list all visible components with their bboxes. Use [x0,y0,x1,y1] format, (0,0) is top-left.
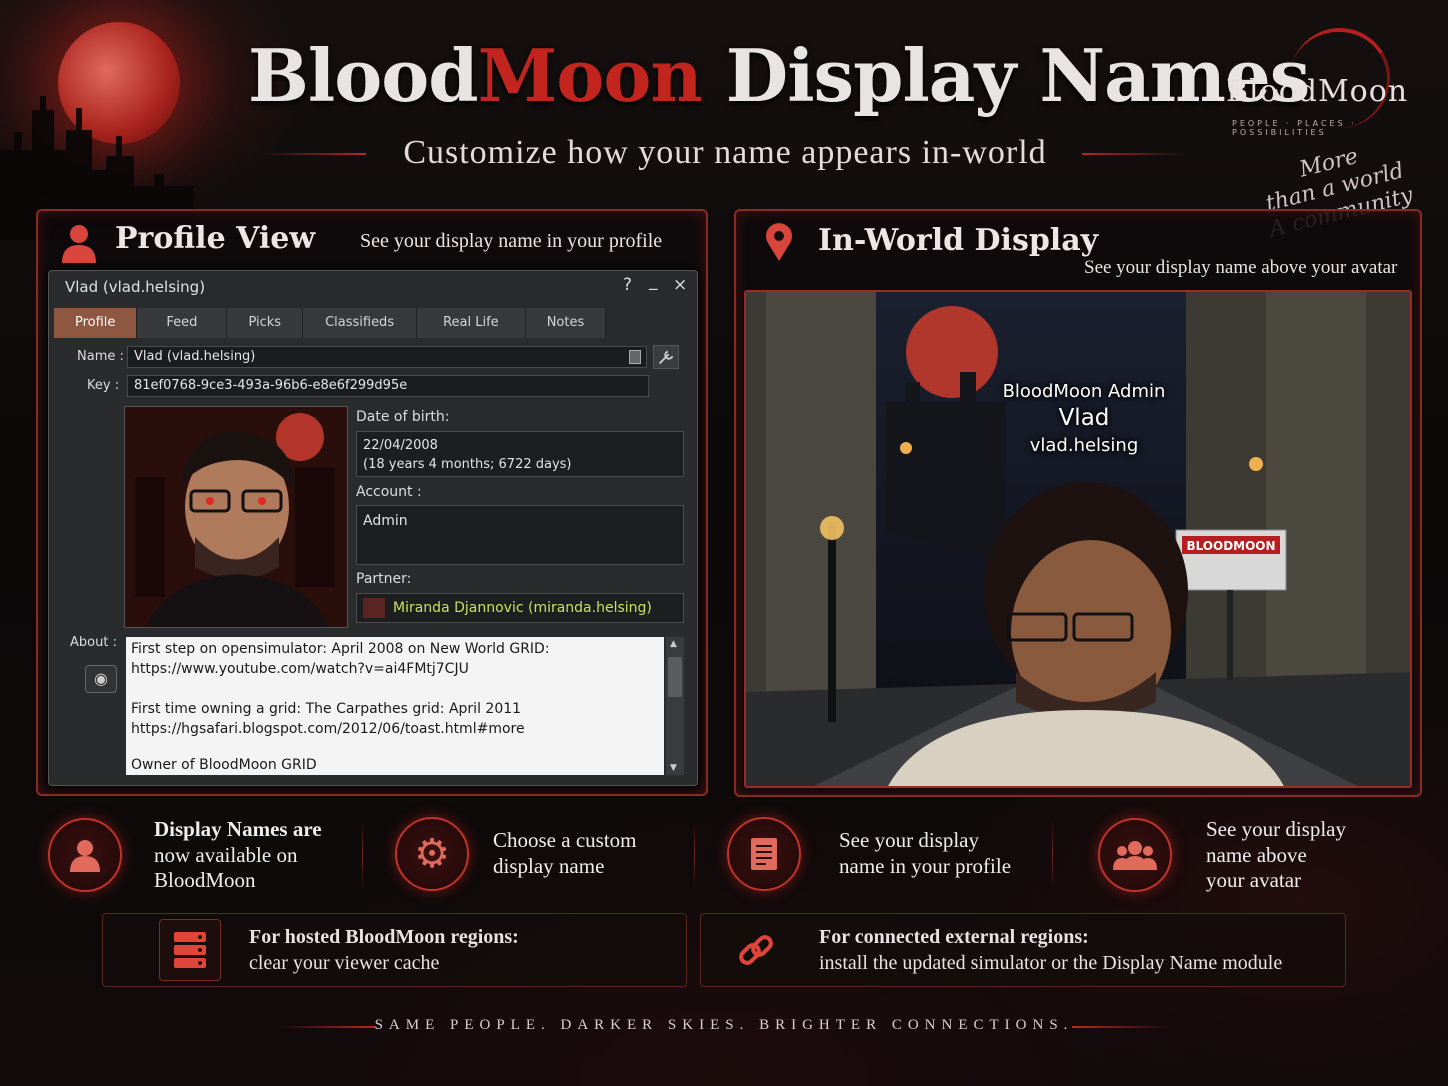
feature-available-text: Display Names are now available on BloodMo… [154,817,322,893]
eye-icon[interactable]: ◉ [85,665,117,693]
key-field[interactable]: 81ef0768-9ce3-493a-96b6-e8e6f299d95e [127,375,649,397]
key-label: Key : [87,378,120,393]
feature-divider [694,820,695,890]
feature-divider [1052,820,1053,890]
partner-avatar-icon [363,598,385,618]
feature-custom-text: Choose a custom display name [493,828,637,878]
profile-view-description: See your display name in your profile [360,230,663,252]
tab-classifieds[interactable]: Classifieds [303,308,418,338]
account-field: Admin [356,505,684,565]
feature-available: Display Names are now available on BloodMo… [48,817,322,894]
info-external-text: For connected external regions: install t… [819,926,1283,974]
about-textarea[interactable]: First step on opensimulator: April 2008 … [126,637,664,775]
tab-picks[interactable]: Picks [227,308,304,338]
feature-profile: See your display name in your profile [727,817,1011,891]
name-label: Name : [77,349,124,364]
profile-view-heading: Profile View [115,221,316,256]
gear-icon: ⚙ [395,817,469,891]
scroll-down-icon[interactable]: ▼ [670,763,677,773]
profile-tabs: Profile Feed Picks Classifieds Real Life… [54,308,607,338]
partner-label: Partner: [356,571,412,587]
person-icon [48,818,122,893]
in-world-heading: In-World Display [818,223,1099,258]
window-title: Vlad (vlad.helsing) [65,278,206,296]
profile-window: Vlad (vlad.helsing) ? _ × Profile Feed P… [48,270,698,786]
nametag-username: vlad.helsing [1029,435,1139,456]
wrench-icon[interactable] [653,345,679,369]
feature-divider [362,820,363,890]
in-world-scene-image: BLOODMOON [744,290,1412,788]
server-icon [159,919,221,981]
footer-slogan: SAME PEOPLE. DARKER SKIES. BRIGHTER CONN… [374,1017,1074,1033]
tab-profile[interactable]: Profile [54,308,138,338]
page-subtitle: Customize how your name appears in-world [403,134,1047,171]
nametag-display-name: Vlad [1058,405,1110,431]
help-button[interactable]: ? [623,275,632,295]
info-hosted-text: For hosted BloodMoon regions: clear your … [249,926,519,974]
tab-notes[interactable]: Notes [525,308,607,338]
group-icon [1098,818,1172,893]
info-hosted-regions: For hosted BloodMoon regions: clear your … [102,913,687,987]
minimize-button[interactable]: _ [649,271,658,291]
brand-tagline: PEOPLE · PLACES · POSSIBILITIES [1232,119,1357,137]
partner-field[interactable]: Miranda Djannovic (miranda.helsing) [356,593,684,623]
profile-view-panel: Profile View See your display name in yo… [36,209,708,796]
copy-icon[interactable] [629,350,641,364]
account-label: Account : [356,484,422,500]
page-title: BloodMoon Display Names [248,33,1310,118]
person-icon [62,225,96,263]
scroll-up-icon[interactable]: ▲ [670,639,677,649]
profile-avatar-image [124,406,348,628]
tab-feed[interactable]: Feed [137,308,228,338]
dob-label: Date of birth: [356,409,450,425]
document-icon [727,817,801,891]
in-world-description: See your display name above your avatar [1084,257,1398,278]
dob-field: 22/04/2008 (18 years 4 months; 6722 days) [356,431,684,477]
feature-avatar-text: See your display name above your avatar [1206,817,1346,893]
link-icon [701,919,811,981]
partner-name[interactable]: Miranda Djannovic (miranda.helsing) [393,600,652,616]
nametag-group-title: BloodMoon Admin [1002,381,1166,402]
tab-real-life[interactable]: Real Life [417,308,526,338]
scroll-thumb[interactable] [668,657,682,697]
info-external-regions: For connected external regions: install t… [700,913,1346,987]
name-field[interactable]: Vlad (vlad.helsing) [127,346,647,368]
about-label: About : [70,635,117,650]
sign-text: BLOODMOON [1186,539,1275,553]
close-button[interactable]: × [673,275,687,295]
feature-profile-text: See your display name in your profile [839,828,1012,878]
feature-avatar: See your display name above your avatar [1098,817,1346,894]
brand-logo: BloodMoon [1226,74,1409,109]
about-scrollbar[interactable]: ▲ ▼ [666,637,684,775]
map-pin-icon [766,223,792,261]
feature-custom: ⚙ Choose a custom display name [395,817,636,891]
